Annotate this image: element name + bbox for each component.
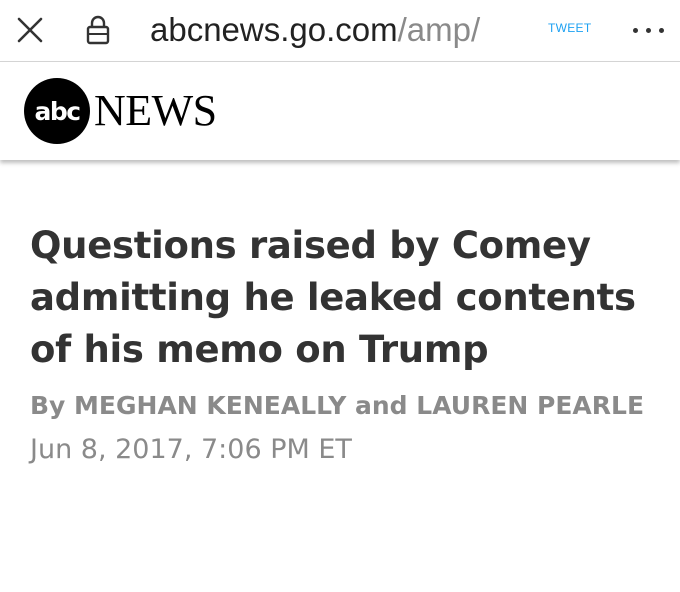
lock-icon — [80, 12, 116, 48]
article-headline: Questions raised by Comey admitting he l… — [30, 224, 636, 371]
dot-icon — [658, 27, 664, 33]
close-button[interactable] — [10, 10, 50, 50]
more-options-icon[interactable] — [624, 12, 672, 48]
logo-circle: abc — [24, 78, 90, 144]
tweet-button[interactable]: TWEET — [548, 18, 592, 38]
logo-wordmark: NEWS — [94, 86, 217, 135]
url-field[interactable]: abcnews.go.com/amp/ — [150, 8, 525, 52]
page: abcnews.go.com/amp/ TWEET abc NEWS Quest… — [0, 0, 680, 592]
browser-url-bar: abcnews.go.com/amp/ TWEET — [0, 0, 680, 62]
site-header: abc NEWS — [0, 62, 680, 160]
dot-icon — [632, 27, 638, 33]
article-date: Jun 8, 2017, 7:06 PM ET — [30, 434, 352, 465]
article-byline: By MEGHAN KENEALLY and LAUREN PEARLE — [30, 391, 645, 420]
url-host: abcnews.go.com — [150, 11, 398, 48]
close-icon — [17, 17, 43, 43]
abc-news-logo[interactable]: abc NEWS — [24, 78, 217, 144]
article: Questions raised by Comey admitting he l… — [30, 220, 660, 468]
url-path: /amp/ — [397, 11, 481, 48]
dot-icon — [645, 27, 651, 33]
